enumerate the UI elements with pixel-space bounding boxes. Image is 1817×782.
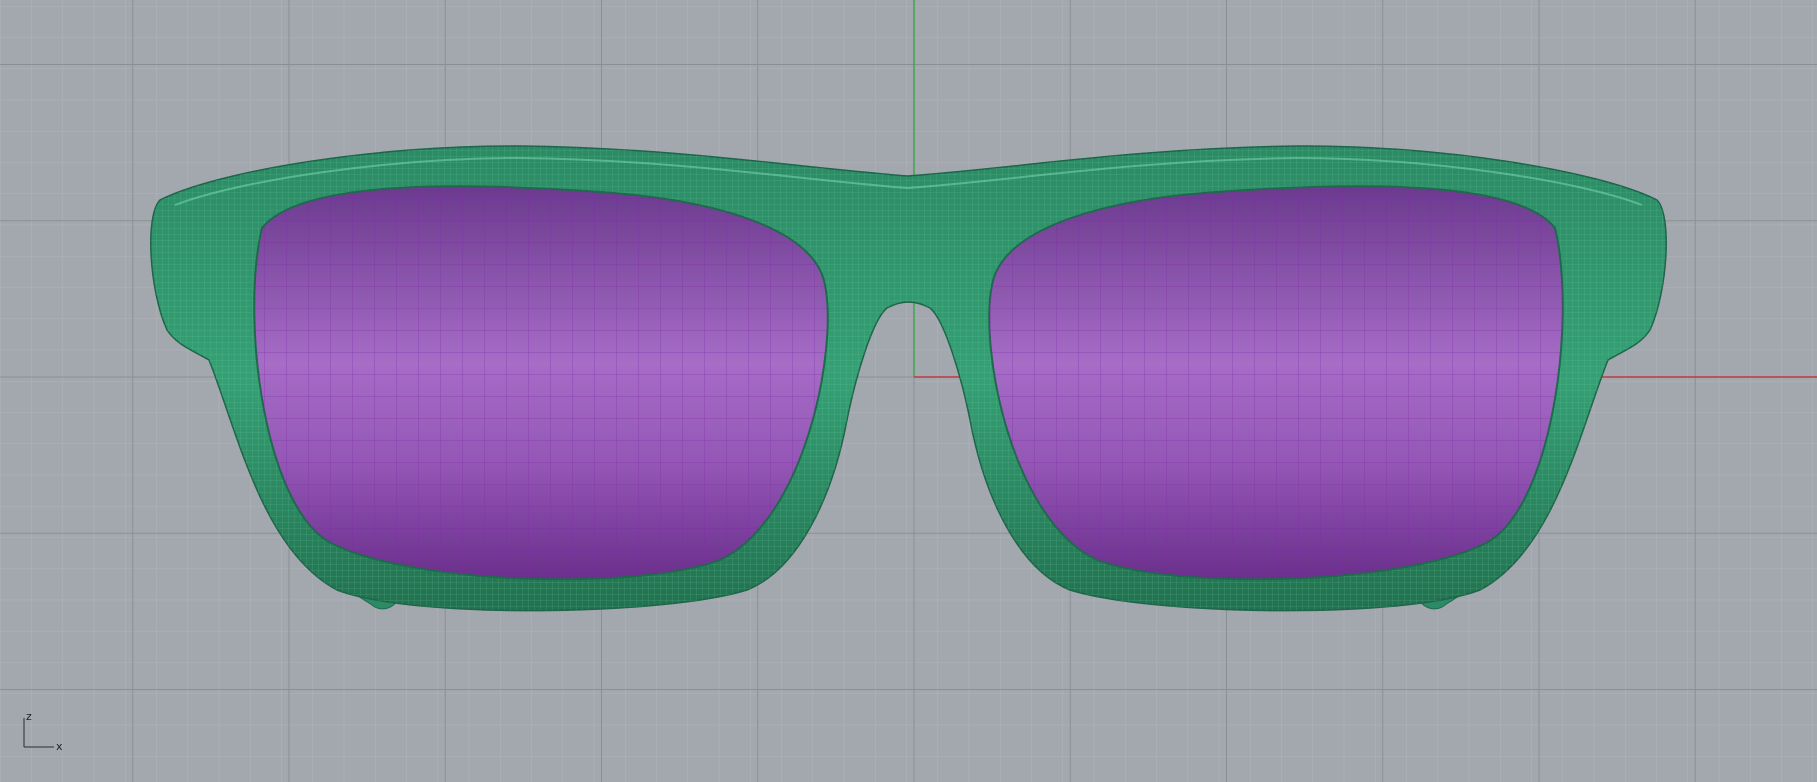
left-lens-mesh — [254, 186, 828, 580]
right-lens-mesh — [989, 186, 1563, 580]
axis-widget-z-label: z — [26, 710, 32, 723]
axis-widget-x-label: x — [56, 740, 63, 753]
left-lens — [253, 185, 829, 581]
right-lens — [988, 185, 1564, 581]
perspective-viewport[interactable]: z x — [0, 0, 1817, 782]
